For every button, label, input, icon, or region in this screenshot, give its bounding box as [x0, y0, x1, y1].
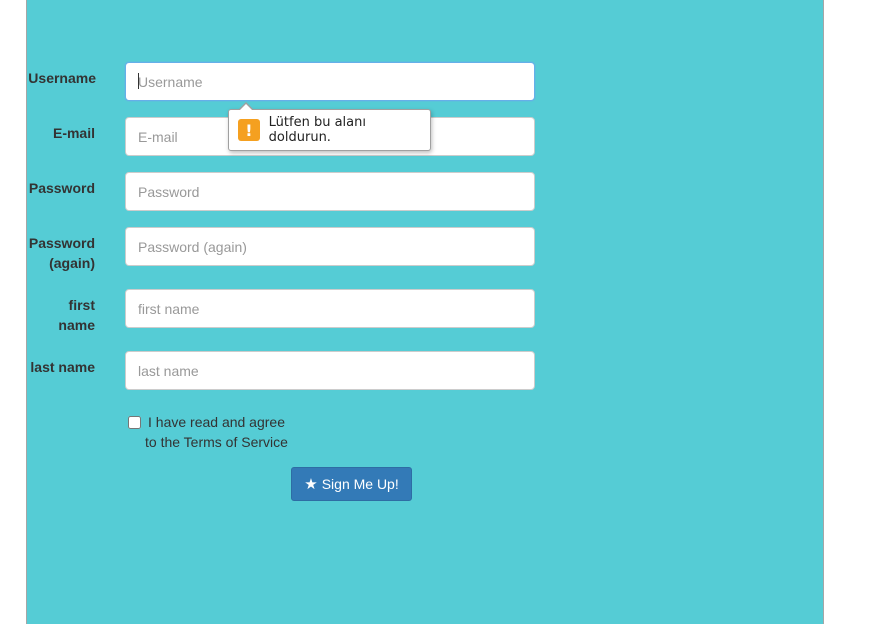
terms-label[interactable]: I have read and agree to the Terms of Se… [145, 412, 305, 452]
last-name-input[interactable] [125, 351, 535, 390]
password-label: Password [28, 180, 95, 196]
password-again-label: Password (again) [26, 233, 95, 273]
username-label: Username [28, 70, 96, 86]
star-icon: ★ [304, 475, 318, 493]
username-input[interactable] [125, 62, 535, 101]
first-name-input[interactable] [125, 289, 535, 328]
validation-tooltip: ! Lütfen bu alanı doldurun. [228, 102, 431, 151]
text-cursor [138, 73, 139, 89]
terms-label-line2: to the Terms of Service [145, 434, 288, 450]
first-name-label-line1: first [68, 297, 95, 313]
password-again-label-line2: (again) [49, 255, 95, 271]
sign-up-button[interactable]: ★ Sign Me Up! [291, 467, 412, 501]
terms-checkbox[interactable] [128, 416, 141, 429]
password-again-label-line1: Password [28, 235, 95, 251]
first-name-label-line2: name [58, 317, 95, 333]
password-input[interactable] [125, 172, 535, 211]
sign-up-label: Sign Me Up! [321, 476, 399, 492]
password-again-input[interactable] [125, 227, 535, 266]
email-label: E-mail [52, 125, 95, 141]
validation-message: Lütfen bu alanı doldurun. [268, 115, 366, 145]
warning-icon: ! [238, 119, 260, 141]
first-name-label: first name [26, 295, 95, 335]
last-name-label: last name [30, 359, 95, 375]
terms-label-line1: I have read and agree [148, 414, 285, 430]
